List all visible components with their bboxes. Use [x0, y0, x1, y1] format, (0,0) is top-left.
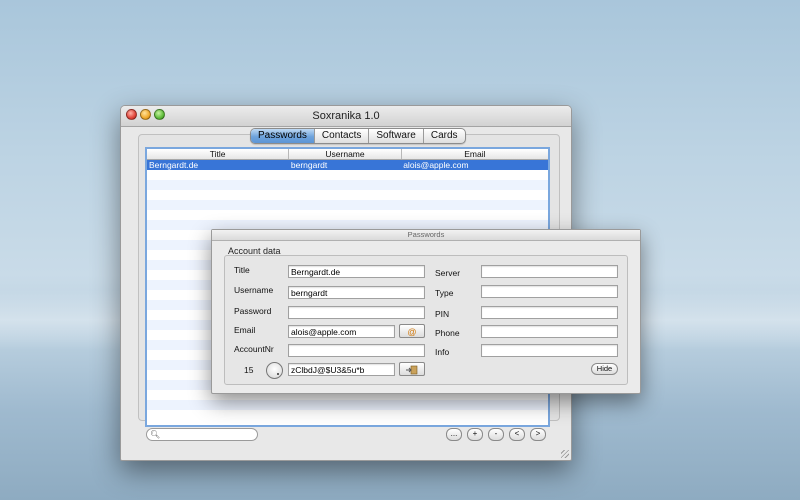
- account-number-field[interactable]: [288, 344, 425, 357]
- hide-button[interactable]: Hide: [591, 363, 618, 375]
- send-email-button[interactable]: @: [399, 324, 425, 338]
- table-action-buttons: ... + - < >: [446, 428, 546, 441]
- title-label: Title: [234, 265, 250, 275]
- empty-row: [147, 410, 548, 420]
- password-label: Password: [234, 306, 272, 316]
- email-label: Email: [234, 325, 256, 335]
- category-tabs: Passwords Contacts Software Cards: [250, 128, 466, 144]
- column-header-username[interactable]: Username: [289, 149, 402, 159]
- account-data-label: Account data: [228, 246, 281, 256]
- column-header-email[interactable]: Email: [402, 149, 548, 159]
- title-bar[interactable]: Soxranika 1.0: [121, 106, 571, 127]
- password-field[interactable]: [288, 306, 425, 319]
- phone-label: Phone: [435, 328, 460, 338]
- zoom-window-button[interactable]: [154, 109, 165, 120]
- next-button[interactable]: >: [530, 428, 546, 441]
- cell-title: Berngardt.de: [149, 160, 199, 170]
- cell-email: alois@apple.com: [403, 160, 469, 170]
- table-row[interactable]: Berngardt.de berngardt alois@apple.com: [147, 160, 548, 170]
- close-window-button[interactable]: [126, 109, 137, 120]
- previous-button[interactable]: <: [509, 428, 525, 441]
- panel-title[interactable]: Passwords: [212, 230, 640, 241]
- empty-row: [147, 170, 548, 180]
- cell-username: berngardt: [290, 160, 328, 170]
- length-dial[interactable]: [266, 362, 283, 379]
- tab-passwords[interactable]: Passwords: [251, 129, 314, 143]
- tab-cards[interactable]: Cards: [422, 129, 465, 143]
- title-field[interactable]: Berngardt.de: [288, 265, 425, 278]
- empty-row: [147, 400, 548, 410]
- tab-software[interactable]: Software: [368, 129, 422, 143]
- empty-row: [147, 190, 548, 200]
- minimize-window-button[interactable]: [140, 109, 151, 120]
- table-header: Title Username Email: [147, 149, 548, 160]
- paste-arrow-icon: [406, 365, 418, 375]
- empty-row: [147, 200, 548, 210]
- email-field[interactable]: alois@apple.com: [288, 325, 395, 338]
- empty-row: [147, 180, 548, 190]
- magnifier-icon: 🔍︎: [150, 430, 161, 439]
- type-label: Type: [435, 288, 454, 298]
- info-label: Info: [435, 347, 450, 357]
- empty-row: [147, 210, 548, 220]
- window-title: Soxranika 1.0: [312, 110, 380, 122]
- tab-contacts[interactable]: Contacts: [313, 129, 368, 143]
- type-field[interactable]: [481, 285, 618, 298]
- window-controls: [126, 109, 165, 120]
- passwords-panel: Passwords Account data Title Berngardt.d…: [211, 229, 641, 394]
- remove-entry-button[interactable]: -: [488, 428, 504, 441]
- username-label: Username: [234, 285, 274, 295]
- account-number-label: AccountNr: [234, 344, 274, 354]
- password-length-value: 15: [244, 365, 254, 375]
- username-field[interactable]: berngardt: [288, 286, 425, 299]
- column-header-title[interactable]: Title: [147, 149, 290, 159]
- add-entry-button[interactable]: +: [467, 428, 483, 441]
- info-field[interactable]: [481, 344, 618, 357]
- phone-field[interactable]: [481, 325, 618, 338]
- server-field[interactable]: [481, 265, 618, 278]
- search-field[interactable]: 🔍︎: [146, 428, 258, 441]
- server-label: Server: [435, 268, 461, 278]
- pin-field[interactable]: [481, 306, 618, 319]
- use-password-button[interactable]: [399, 362, 425, 376]
- resize-grip-icon[interactable]: [561, 450, 569, 458]
- more-button[interactable]: ...: [446, 428, 462, 441]
- pin-label: PIN: [435, 309, 450, 319]
- generated-password-field[interactable]: zClbdJ@$U3&5u*b: [288, 363, 395, 376]
